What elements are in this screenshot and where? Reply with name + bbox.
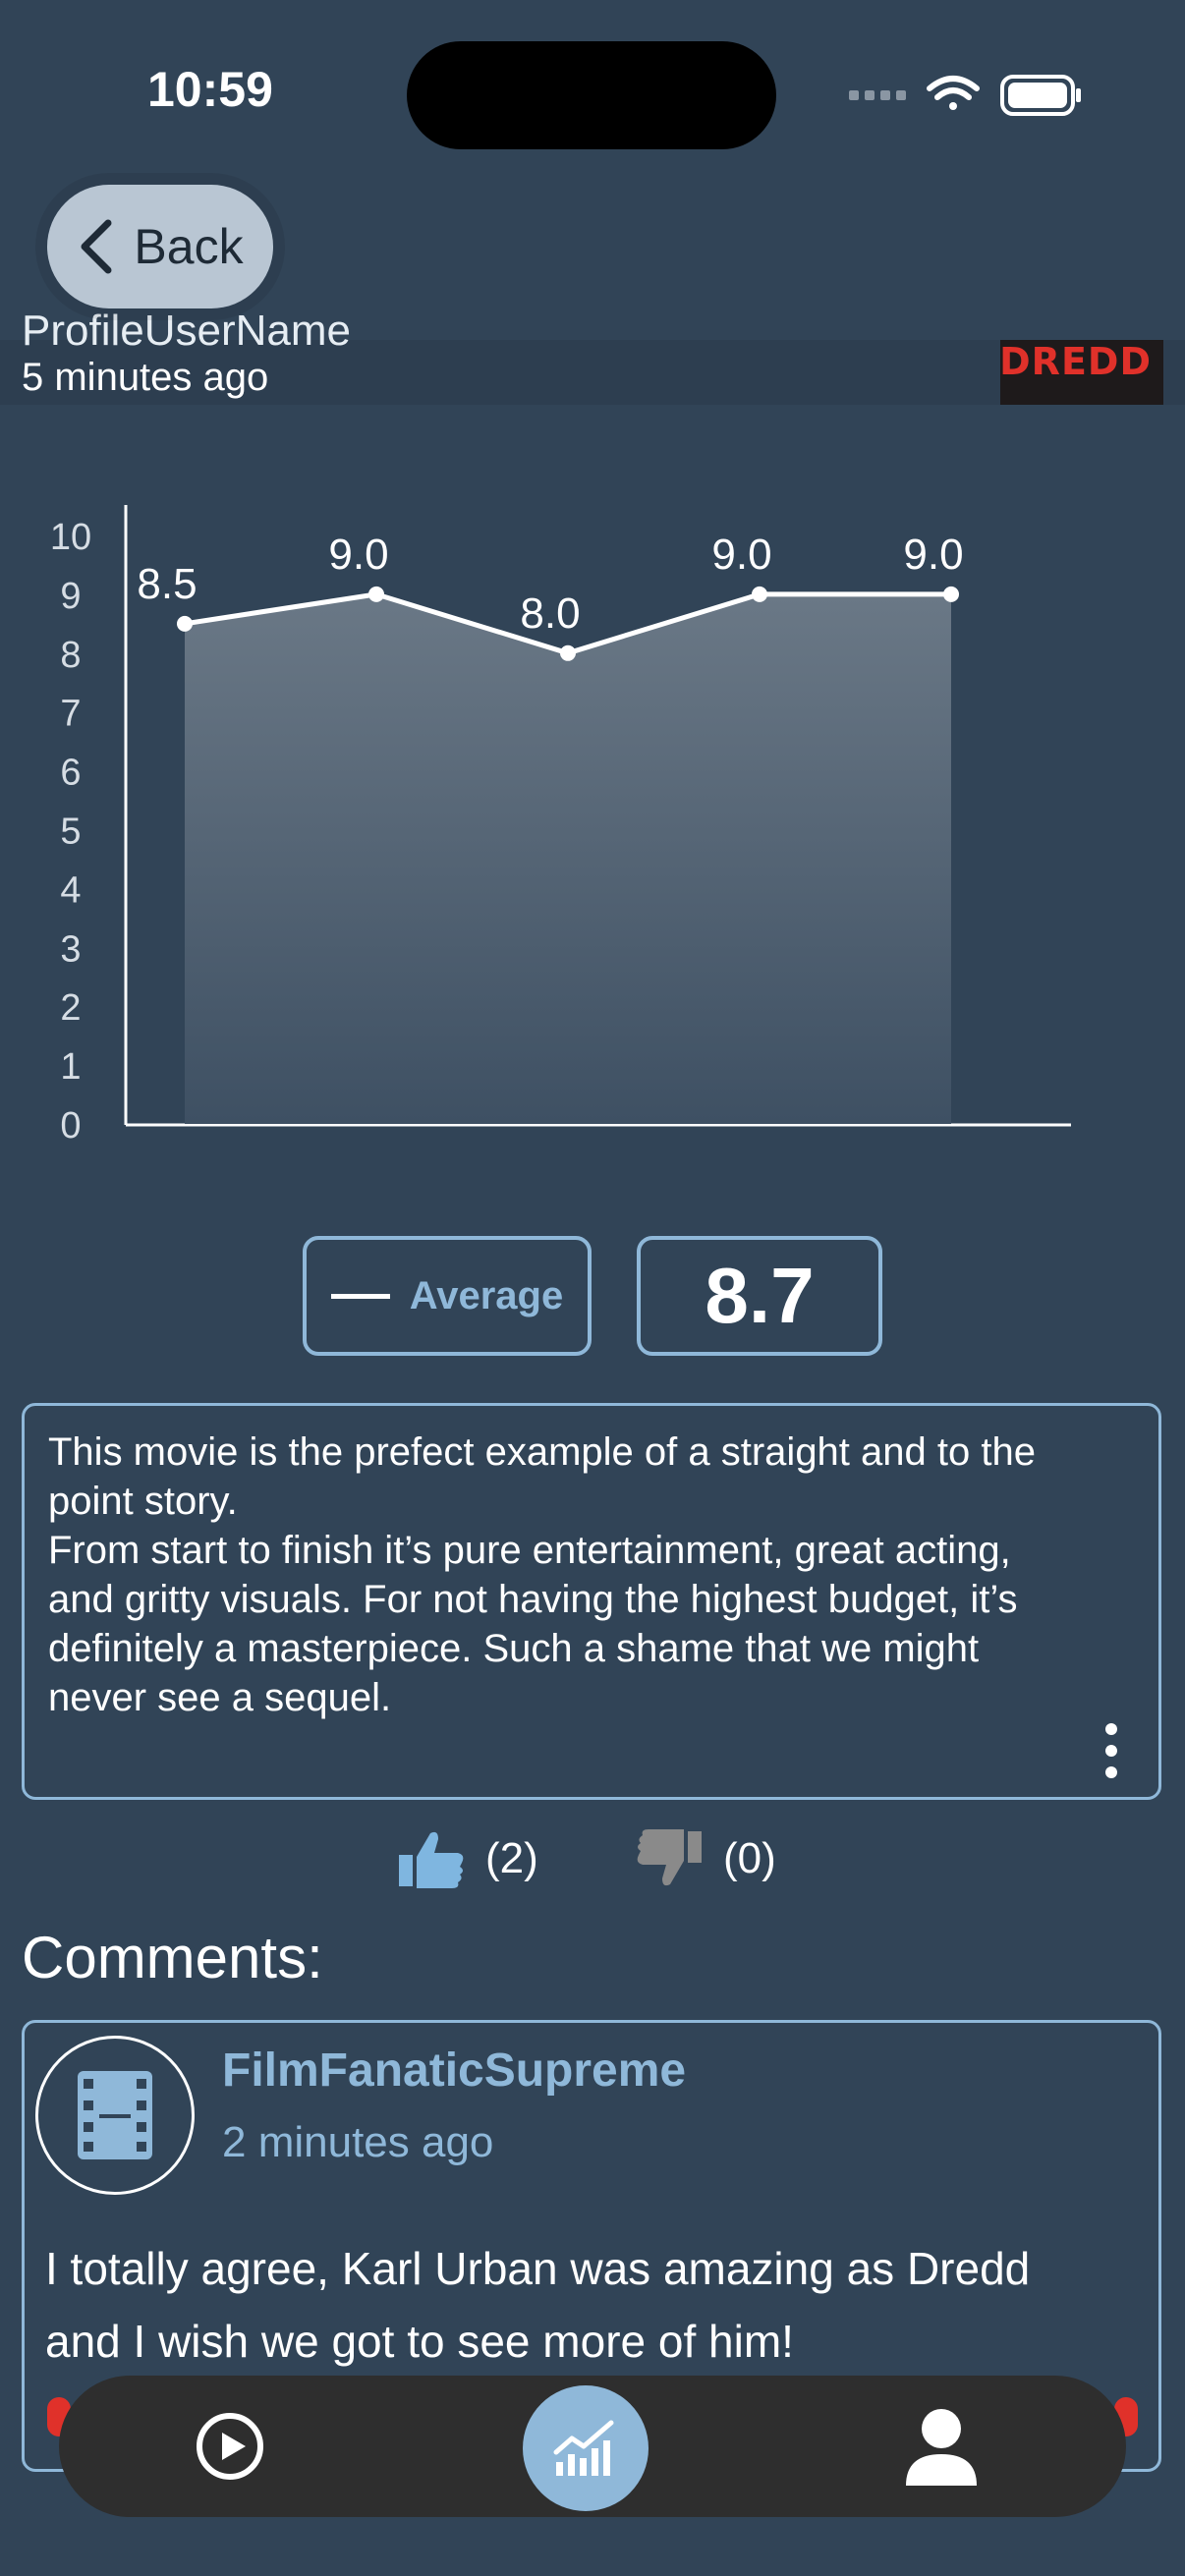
chart-icon bbox=[553, 2420, 614, 2476]
commenter-name[interactable]: FilmFanaticSupreme bbox=[222, 2044, 686, 2098]
average-label: Average bbox=[409, 1273, 564, 1317]
like-count: (2) bbox=[485, 1834, 538, 1882]
back-chevron-icon bbox=[81, 219, 112, 274]
review-timestamp: 5 minutes ago bbox=[22, 356, 269, 399]
data-point[interactable] bbox=[177, 615, 193, 632]
average-line-swatch bbox=[330, 1293, 390, 1299]
more-vertical-icon[interactable] bbox=[1097, 1721, 1126, 1780]
data-point[interactable] bbox=[560, 644, 576, 661]
thumbs-down-icon bbox=[637, 1829, 702, 1886]
play-icon[interactable] bbox=[195, 2411, 265, 2482]
area-fill bbox=[185, 593, 951, 1124]
signal-icon bbox=[849, 90, 906, 100]
average-legend-button[interactable]: Average bbox=[303, 1236, 592, 1356]
tab-stats[interactable] bbox=[523, 2385, 649, 2511]
data-point[interactable] bbox=[752, 586, 767, 602]
rating-chart: 0 1 2 3 4 5 6 7 8 9 10 8.5 9.0 8.0 9.0 9.0 bbox=[50, 505, 1071, 1147]
comments-heading: Comments: bbox=[22, 1925, 323, 1990]
poster-title: DREDD bbox=[1000, 340, 1152, 383]
review-line: definitely a masterpiece. Such a shame t… bbox=[48, 1627, 980, 1670]
data-label: 8.5 bbox=[137, 560, 197, 608]
avatar[interactable] bbox=[35, 2036, 195, 2195]
wifi-icon bbox=[927, 76, 980, 110]
average-score: 8.7 bbox=[637, 1236, 882, 1356]
review-line: point story. bbox=[48, 1480, 238, 1523]
data-label: 8.0 bbox=[520, 589, 580, 638]
y-tick-label: 8 bbox=[60, 635, 81, 676]
movie-poster[interactable]: DREDD bbox=[1000, 340, 1163, 405]
comment-line: I totally agree, Karl Urban was amazing … bbox=[45, 2243, 1031, 2294]
back-label: Back bbox=[134, 219, 244, 274]
data-label: 9.0 bbox=[328, 531, 388, 579]
review-text-box: This movie is the prefect example of a s… bbox=[22, 1403, 1161, 1800]
y-tick-label: 10 bbox=[50, 517, 91, 558]
film-icon bbox=[78, 2071, 152, 2159]
reviewer-name[interactable]: ProfileUserName bbox=[22, 307, 351, 346]
comment-text: I totally agree, Karl Urban was amazing … bbox=[45, 2232, 1136, 2378]
y-tick-label: 6 bbox=[60, 753, 81, 794]
y-tick-label: 5 bbox=[60, 812, 81, 853]
data-label: 9.0 bbox=[903, 531, 963, 579]
data-label: 9.0 bbox=[711, 531, 771, 579]
comment-timestamp: 2 minutes ago bbox=[222, 2118, 494, 2166]
dislike-button[interactable]: (0) bbox=[633, 1827, 776, 1890]
review-line: and gritty visuals. For not having the h… bbox=[48, 1578, 1018, 1621]
y-tick-label: 9 bbox=[60, 576, 81, 617]
comment-line: and I wish we got to see more of him! bbox=[45, 2316, 794, 2367]
y-tick-label: 0 bbox=[60, 1105, 81, 1147]
data-point[interactable] bbox=[368, 586, 384, 602]
dynamic-island bbox=[407, 41, 776, 149]
y-tick-label: 1 bbox=[60, 1046, 81, 1088]
review-line: From start to finish it’s pure entertain… bbox=[48, 1529, 1011, 1572]
dislike-count: (0) bbox=[723, 1834, 776, 1882]
y-tick-label: 3 bbox=[60, 928, 81, 970]
data-point[interactable] bbox=[943, 586, 959, 602]
battery-icon bbox=[1000, 75, 1081, 116]
y-tick-label: 7 bbox=[60, 694, 81, 735]
back-button[interactable]: Back bbox=[47, 185, 273, 308]
person-icon[interactable] bbox=[904, 2407, 979, 2488]
y-axis-ticks: 0 1 2 3 4 5 6 7 8 9 10 bbox=[50, 517, 91, 1147]
thumbs-up-icon bbox=[399, 1831, 464, 1888]
review-line: never see a sequel. bbox=[48, 1676, 392, 1719]
review-line: This movie is the prefect example of a s… bbox=[48, 1430, 1036, 1474]
status-time: 10:59 bbox=[147, 62, 273, 117]
y-tick-label: 2 bbox=[60, 987, 81, 1029]
y-tick-label: 4 bbox=[60, 869, 81, 911]
like-button[interactable]: (2) bbox=[395, 1827, 538, 1890]
status-icons bbox=[849, 75, 1081, 116]
